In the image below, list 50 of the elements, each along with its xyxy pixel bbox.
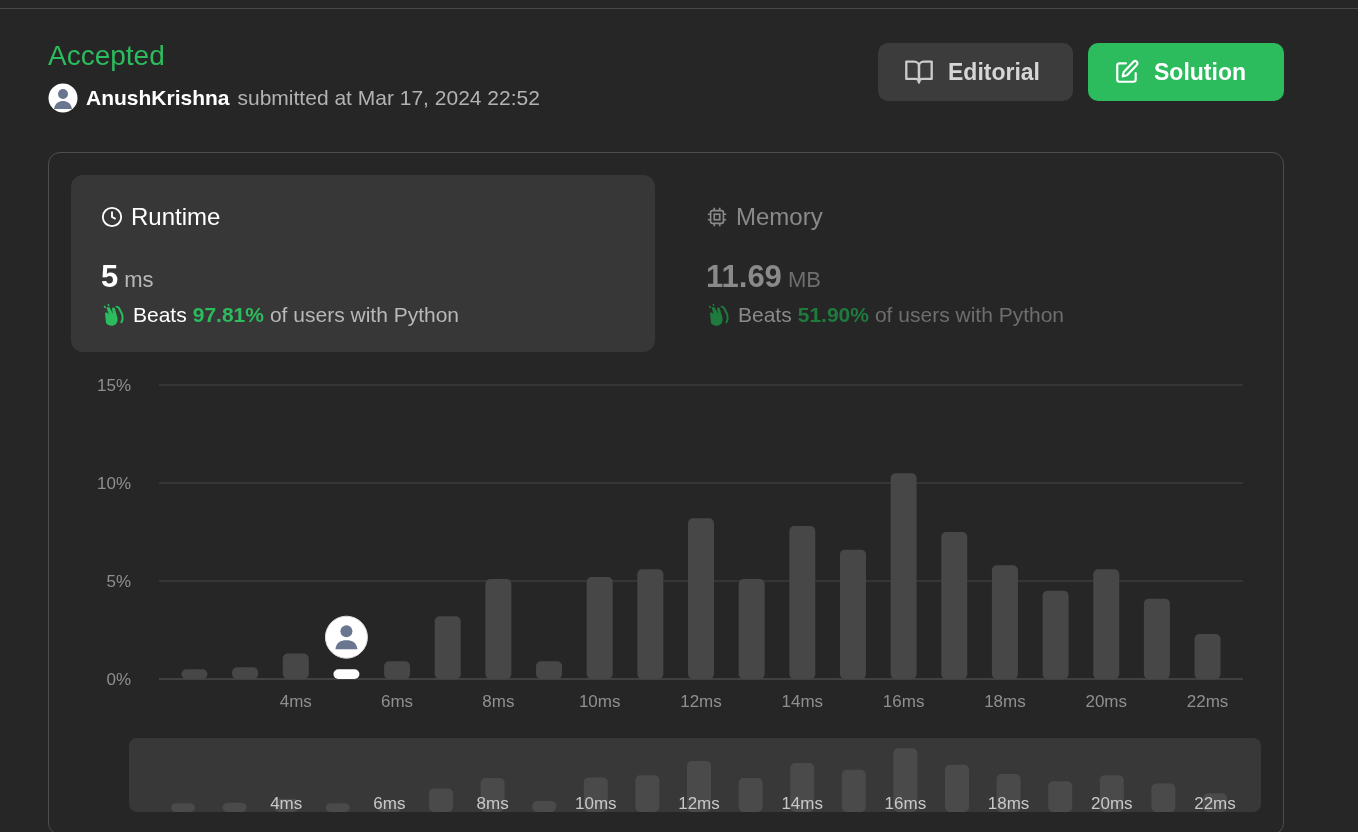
tab-title: Memory <box>736 203 823 231</box>
beats-percent: 51.90% <box>797 303 869 327</box>
runtime-tab[interactable]: Runtime 5 ms Beats 97.81% of users with Python <box>71 175 655 352</box>
x-axis-label: 22ms <box>1186 692 1229 711</box>
y-axis-label: 15% <box>96 376 131 395</box>
stat-value: 11.69 <box>706 259 782 295</box>
x-axis-label: 6ms <box>381 692 414 711</box>
avatar <box>48 83 78 113</box>
beats-label: Beats <box>738 303 792 327</box>
user-avatar <box>324 615 368 659</box>
x-axis-label: 18ms <box>984 692 1026 711</box>
beats-percent: 97.81% <box>192 303 264 327</box>
x-axis-label: 8ms <box>482 692 515 711</box>
navigator-label: 10ms <box>575 794 617 812</box>
y-axis-label: 5% <box>106 572 131 591</box>
stat-unit: MB <box>787 267 821 293</box>
tab-title: Runtime <box>131 203 221 231</box>
stat-value: 5 <box>101 259 119 295</box>
username-link[interactable]: AnushKrishna <box>86 86 230 110</box>
editorial-button[interactable]: Editorial <box>878 43 1073 101</box>
status-text: Accepted <box>48 39 166 73</box>
memory-tab[interactable]: Memory 11.69 MB Beats 51.90% of users with Python <box>676 175 1261 352</box>
beats-suffix: of users with Python <box>269 303 460 327</box>
navigator-label: 4ms <box>270 794 303 812</box>
navigator-label: 18ms <box>987 794 1030 812</box>
stat-unit: ms <box>124 267 154 293</box>
beats-label: Beats <box>133 303 187 327</box>
clapping-hands-icon <box>706 303 732 327</box>
navigator-label: 12ms <box>678 794 720 812</box>
chip-icon <box>706 206 728 228</box>
clock-icon <box>101 206 123 228</box>
x-axis-label: 16ms <box>882 692 925 711</box>
y-axis-label: 10% <box>96 474 131 493</box>
navigator-label: 6ms <box>373 794 406 812</box>
clapping-hands-icon <box>101 303 127 327</box>
x-axis-label: 4ms <box>279 692 312 711</box>
edit-icon <box>1114 59 1140 85</box>
navigator-label: 16ms <box>884 794 927 812</box>
navigator-label: 14ms <box>781 794 823 812</box>
navigator-label: 8ms <box>476 794 509 812</box>
navigator-label: 20ms <box>1091 794 1133 812</box>
book-icon <box>904 59 934 85</box>
x-axis-label: 20ms <box>1085 692 1127 711</box>
submitted-text: submitted at Mar 17, 2024 22:52 <box>237 86 540 110</box>
y-axis-label: 0% <box>106 670 131 689</box>
x-axis-label: 10ms <box>578 692 621 711</box>
x-axis-label: 14ms <box>781 692 824 711</box>
navigator-label: 22ms <box>1194 794 1236 812</box>
beats-suffix: of users with Python <box>874 303 1065 327</box>
x-axis-label: 12ms <box>680 692 722 711</box>
